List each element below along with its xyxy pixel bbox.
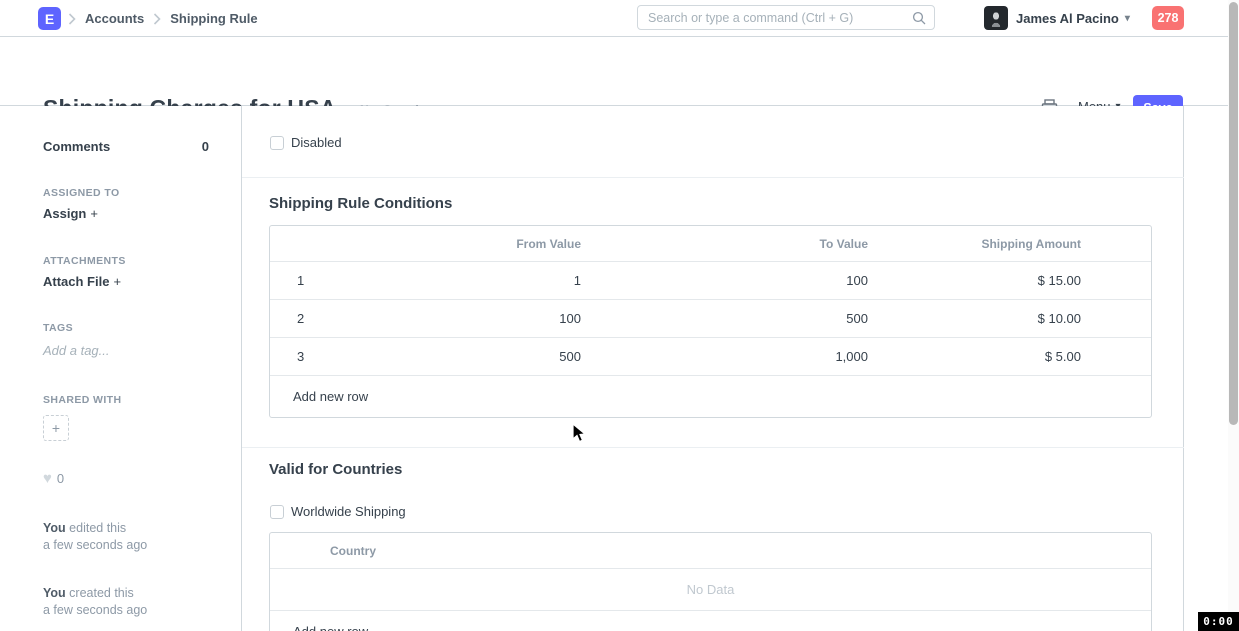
row-index: 3: [270, 349, 330, 364]
disabled-checkbox-row: Disabled: [270, 135, 342, 150]
app-window: E Accounts Shipping Rule James Al Pacino…: [0, 0, 1239, 631]
assign-button[interactable]: Assign +: [43, 206, 98, 221]
section-countries: Valid for Countries Worldwide Shipping C…: [242, 448, 1184, 631]
activity-what: edited this: [69, 521, 126, 535]
cell-from-value[interactable]: 100: [330, 311, 591, 326]
like-count: 0: [57, 471, 64, 486]
activity-when: a few seconds ago: [43, 603, 147, 617]
form-body: Disabled Shipping Rule Conditions From V…: [242, 106, 1184, 631]
user-name: James Al Pacino: [1016, 11, 1119, 26]
plus-icon: +: [90, 206, 98, 221]
activity-who: You: [43, 586, 66, 600]
activity-edited: You edited this a few seconds ago: [43, 520, 147, 554]
user-avatar[interactable]: [984, 6, 1008, 30]
attachments-heading: ATTACHMENTS: [43, 255, 126, 267]
comments-label: Comments: [43, 139, 110, 154]
page-head: Shipping Charges for USA Not Saved Menu …: [0, 37, 1228, 106]
cell-from-value[interactable]: 1: [330, 273, 591, 288]
section-conditions: Shipping Rule Conditions From Value To V…: [242, 178, 1184, 448]
cell-from-value[interactable]: 500: [330, 349, 591, 364]
header-from-value: From Value: [330, 237, 591, 251]
attach-file-label: Attach File: [43, 274, 109, 289]
conditions-heading: Shipping Rule Conditions: [269, 195, 452, 212]
user-menu[interactable]: James Al Pacino ▾: [1016, 0, 1130, 37]
plus-icon: +: [113, 274, 121, 289]
header-to-value: To Value: [591, 237, 878, 251]
row-index: 1: [270, 273, 330, 288]
share-add-button[interactable]: +: [43, 415, 69, 441]
header-shipping-amount: Shipping Amount: [878, 237, 1151, 251]
app-logo[interactable]: E: [38, 7, 61, 30]
disabled-label: Disabled: [291, 135, 342, 150]
chevron-right-icon: [68, 13, 76, 25]
no-data-row: No Data: [270, 568, 1151, 610]
section-options: Disabled: [242, 106, 1184, 178]
navbar: E Accounts Shipping Rule James Al Pacino…: [0, 0, 1228, 37]
conditions-table: From Value To Value Shipping Amount 1 1 …: [269, 225, 1152, 418]
chevron-right-icon: [153, 13, 161, 25]
activity-created: You created this a few seconds ago: [43, 585, 147, 619]
worldwide-shipping-checkbox[interactable]: [270, 505, 284, 519]
notification-badge[interactable]: 278: [1152, 6, 1184, 30]
form-sidebar: Comments 0 ASSIGNED TO Assign + ATTACHMEN…: [0, 106, 242, 631]
shared-with-heading: SHARED WITH: [43, 394, 121, 406]
attach-file-button[interactable]: Attach File +: [43, 274, 121, 289]
comments-count: 0: [202, 139, 209, 154]
add-new-row-button[interactable]: Add new row: [293, 624, 368, 631]
activity-when: a few seconds ago: [43, 538, 147, 552]
heart-icon: ♥: [43, 471, 52, 486]
cell-to-value[interactable]: 500: [591, 311, 878, 326]
like-widget[interactable]: ♥ 0: [43, 471, 64, 486]
cell-to-value[interactable]: 100: [591, 273, 878, 288]
search-input[interactable]: [638, 11, 912, 25]
table-row[interactable]: 3 500 1,000 $ 5.00: [270, 337, 1151, 375]
assign-label: Assign: [43, 206, 86, 221]
countries-table-header: Country: [270, 533, 1151, 568]
search-icon[interactable]: [912, 11, 926, 25]
add-new-row-button[interactable]: Add new row: [293, 389, 368, 404]
mouse-cursor: [572, 423, 588, 450]
caret-down-icon: ▾: [1125, 13, 1130, 24]
breadcrumb-accounts[interactable]: Accounts: [85, 11, 144, 26]
recording-timer: 0:00: [1198, 612, 1239, 631]
countries-table-footer: Add new row: [270, 610, 1151, 631]
cell-to-value[interactable]: 1,000: [591, 349, 878, 364]
disabled-checkbox[interactable]: [270, 136, 284, 150]
row-index: 2: [270, 311, 330, 326]
conditions-table-footer: Add new row: [270, 375, 1151, 417]
table-row[interactable]: 2 100 500 $ 10.00: [270, 299, 1151, 337]
plus-icon: +: [52, 420, 60, 436]
countries-table: Country No Data Add new row: [269, 532, 1152, 631]
conditions-table-header: From Value To Value Shipping Amount: [270, 226, 1151, 261]
breadcrumb-shipping-rule[interactable]: Shipping Rule: [170, 11, 257, 26]
breadcrumb: Accounts Shipping Rule: [68, 0, 258, 37]
comments-link[interactable]: Comments 0: [43, 139, 209, 154]
tags-heading: TAGS: [43, 322, 73, 334]
worldwide-checkbox-row: Worldwide Shipping: [270, 504, 406, 519]
activity-who: You: [43, 521, 66, 535]
assigned-to-heading: ASSIGNED TO: [43, 187, 120, 199]
cell-shipping-amount[interactable]: $ 15.00: [878, 273, 1151, 288]
activity-what: created this: [69, 586, 134, 600]
countries-heading: Valid for Countries: [269, 461, 402, 478]
cell-shipping-amount[interactable]: $ 5.00: [878, 349, 1151, 364]
global-search: [637, 5, 935, 30]
worldwide-shipping-label: Worldwide Shipping: [291, 504, 406, 519]
add-tag-input[interactable]: Add a tag...: [43, 343, 110, 358]
header-country: Country: [330, 544, 1151, 558]
cell-shipping-amount[interactable]: $ 10.00: [878, 311, 1151, 326]
scrollbar-thumb[interactable]: [1229, 2, 1238, 425]
table-row[interactable]: 1 1 100 $ 15.00: [270, 261, 1151, 299]
